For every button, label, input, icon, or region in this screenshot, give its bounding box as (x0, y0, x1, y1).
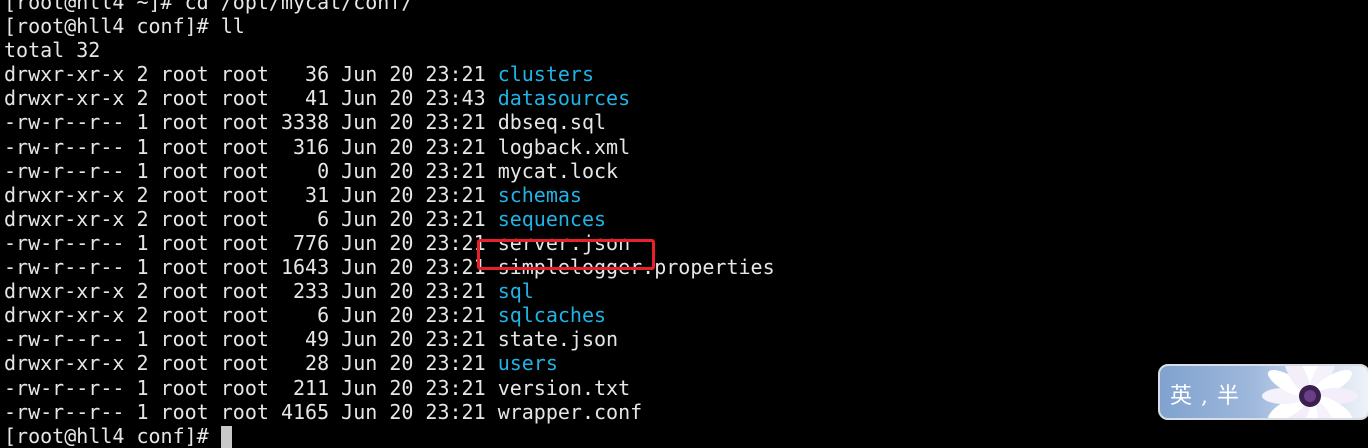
input-line[interactable]: [root@hll4 conf]# (4, 424, 1154, 448)
listing-row: drwxr-xr-x 2 root root 31 Jun 20 23:21 s… (4, 183, 1154, 207)
listing-row: -rw-r--r-- 1 root root 211 Jun 20 23:21 … (4, 376, 1154, 400)
flower-icon (1262, 366, 1358, 418)
listing-row: drwxr-xr-x 2 root root 36 Jun 20 23:21 c… (4, 62, 1154, 86)
command-line: [root@hll4 ~]# cd /opt/mycat/conf/ (4, 0, 1154, 14)
file-meta: -rw-r--r-- 1 root root 1643 Jun 20 23:21 (4, 255, 498, 280)
command-text: cd /opt/mycat/conf/ (184, 0, 414, 14)
file-meta: drwxr-xr-x 2 root root 31 Jun 20 23:21 (4, 182, 498, 207)
prompt: [root@hll4 conf]# (4, 423, 221, 448)
prompt: [root@hll4 conf]# (4, 14, 221, 39)
file-name: mycat.lock (497, 158, 619, 183)
file-meta: -rw-r--r-- 1 root root 211 Jun 20 23:21 (4, 375, 498, 400)
file-meta: drwxr-xr-x 2 root root 233 Jun 20 23:21 (4, 279, 498, 304)
file-name: state.json (497, 327, 619, 352)
listing-row: -rw-r--r-- 1 root root 316 Jun 20 23:21 … (4, 135, 1154, 159)
highlight-annotation (477, 239, 655, 270)
listing-row: drwxr-xr-x 2 root root 233 Jun 20 23:21 … (4, 279, 1154, 303)
listing-row: drwxr-xr-x 2 root root 6 Jun 20 23:21 sq… (4, 303, 1154, 327)
total-line: total 32 (4, 38, 101, 63)
directory-name: schemas (497, 182, 582, 207)
file-meta: -rw-r--r-- 1 root root 49 Jun 20 23:21 (4, 327, 498, 352)
listing-row: -rw-r--r-- 1 root root 0 Jun 20 23:21 my… (4, 159, 1154, 183)
listing-row: -rw-r--r-- 1 root root 49 Jun 20 23:21 s… (4, 327, 1154, 351)
file-meta: -rw-r--r-- 1 root root 316 Jun 20 23:21 (4, 134, 498, 159)
file-name: version.txt (497, 375, 631, 400)
ime-mode-label[interactable]: 英 , 半 (1170, 378, 1240, 410)
directory-name: sqlcaches (497, 303, 607, 328)
file-name: dbseq.sql (497, 110, 607, 135)
command-line: [root@hll4 conf]# ll (4, 14, 1154, 38)
listing-row: drwxr-xr-x 2 root root 28 Jun 20 23:21 u… (4, 351, 1154, 375)
listing-row: drwxr-xr-x 2 root root 41 Jun 20 23:43 d… (4, 86, 1154, 110)
file-meta: -rw-r--r-- 1 root root 776 Jun 20 23:21 (4, 230, 498, 255)
directory-name: sql (497, 279, 534, 304)
file-meta: -rw-r--r-- 1 root root 4165 Jun 20 23:21 (4, 399, 498, 424)
listing-row: drwxr-xr-x 2 root root 6 Jun 20 23:21 se… (4, 207, 1154, 231)
directory-name: users (497, 351, 558, 376)
text-cursor (220, 425, 232, 448)
listing-row: -rw-r--r-- 1 root root 3338 Jun 20 23:21… (4, 110, 1154, 134)
directory-name: clusters (497, 62, 595, 87)
file-meta: drwxr-xr-x 2 root root 28 Jun 20 23:21 (4, 351, 498, 376)
file-name: wrapper.conf (497, 399, 643, 424)
file-meta: -rw-r--r-- 1 root root 0 Jun 20 23:21 (4, 158, 498, 183)
file-meta: drwxr-xr-x 2 root root 36 Jun 20 23:21 (4, 62, 498, 87)
directory-name: datasources (497, 86, 631, 111)
file-name: logback.xml (497, 134, 631, 159)
prompt: [root@hll4 ~]# (4, 0, 185, 14)
listing-row: -rw-r--r-- 1 root root 4165 Jun 20 23:21… (4, 400, 1154, 424)
ime-status-bar[interactable]: 英 , 半 (1158, 364, 1368, 420)
file-meta: drwxr-xr-x 2 root root 41 Jun 20 23:43 (4, 86, 498, 111)
terminal-output[interactable]: [root@hll4 ~]# cd /opt/mycat/conf/ [root… (4, 0, 1154, 448)
file-meta: drwxr-xr-x 2 root root 6 Jun 20 23:21 (4, 303, 498, 328)
directory-name: sequences (497, 206, 607, 231)
command-text: ll (220, 14, 245, 39)
file-meta: drwxr-xr-x 2 root root 6 Jun 20 23:21 (4, 206, 498, 231)
file-meta: -rw-r--r-- 1 root root 3338 Jun 20 23:21 (4, 110, 498, 135)
